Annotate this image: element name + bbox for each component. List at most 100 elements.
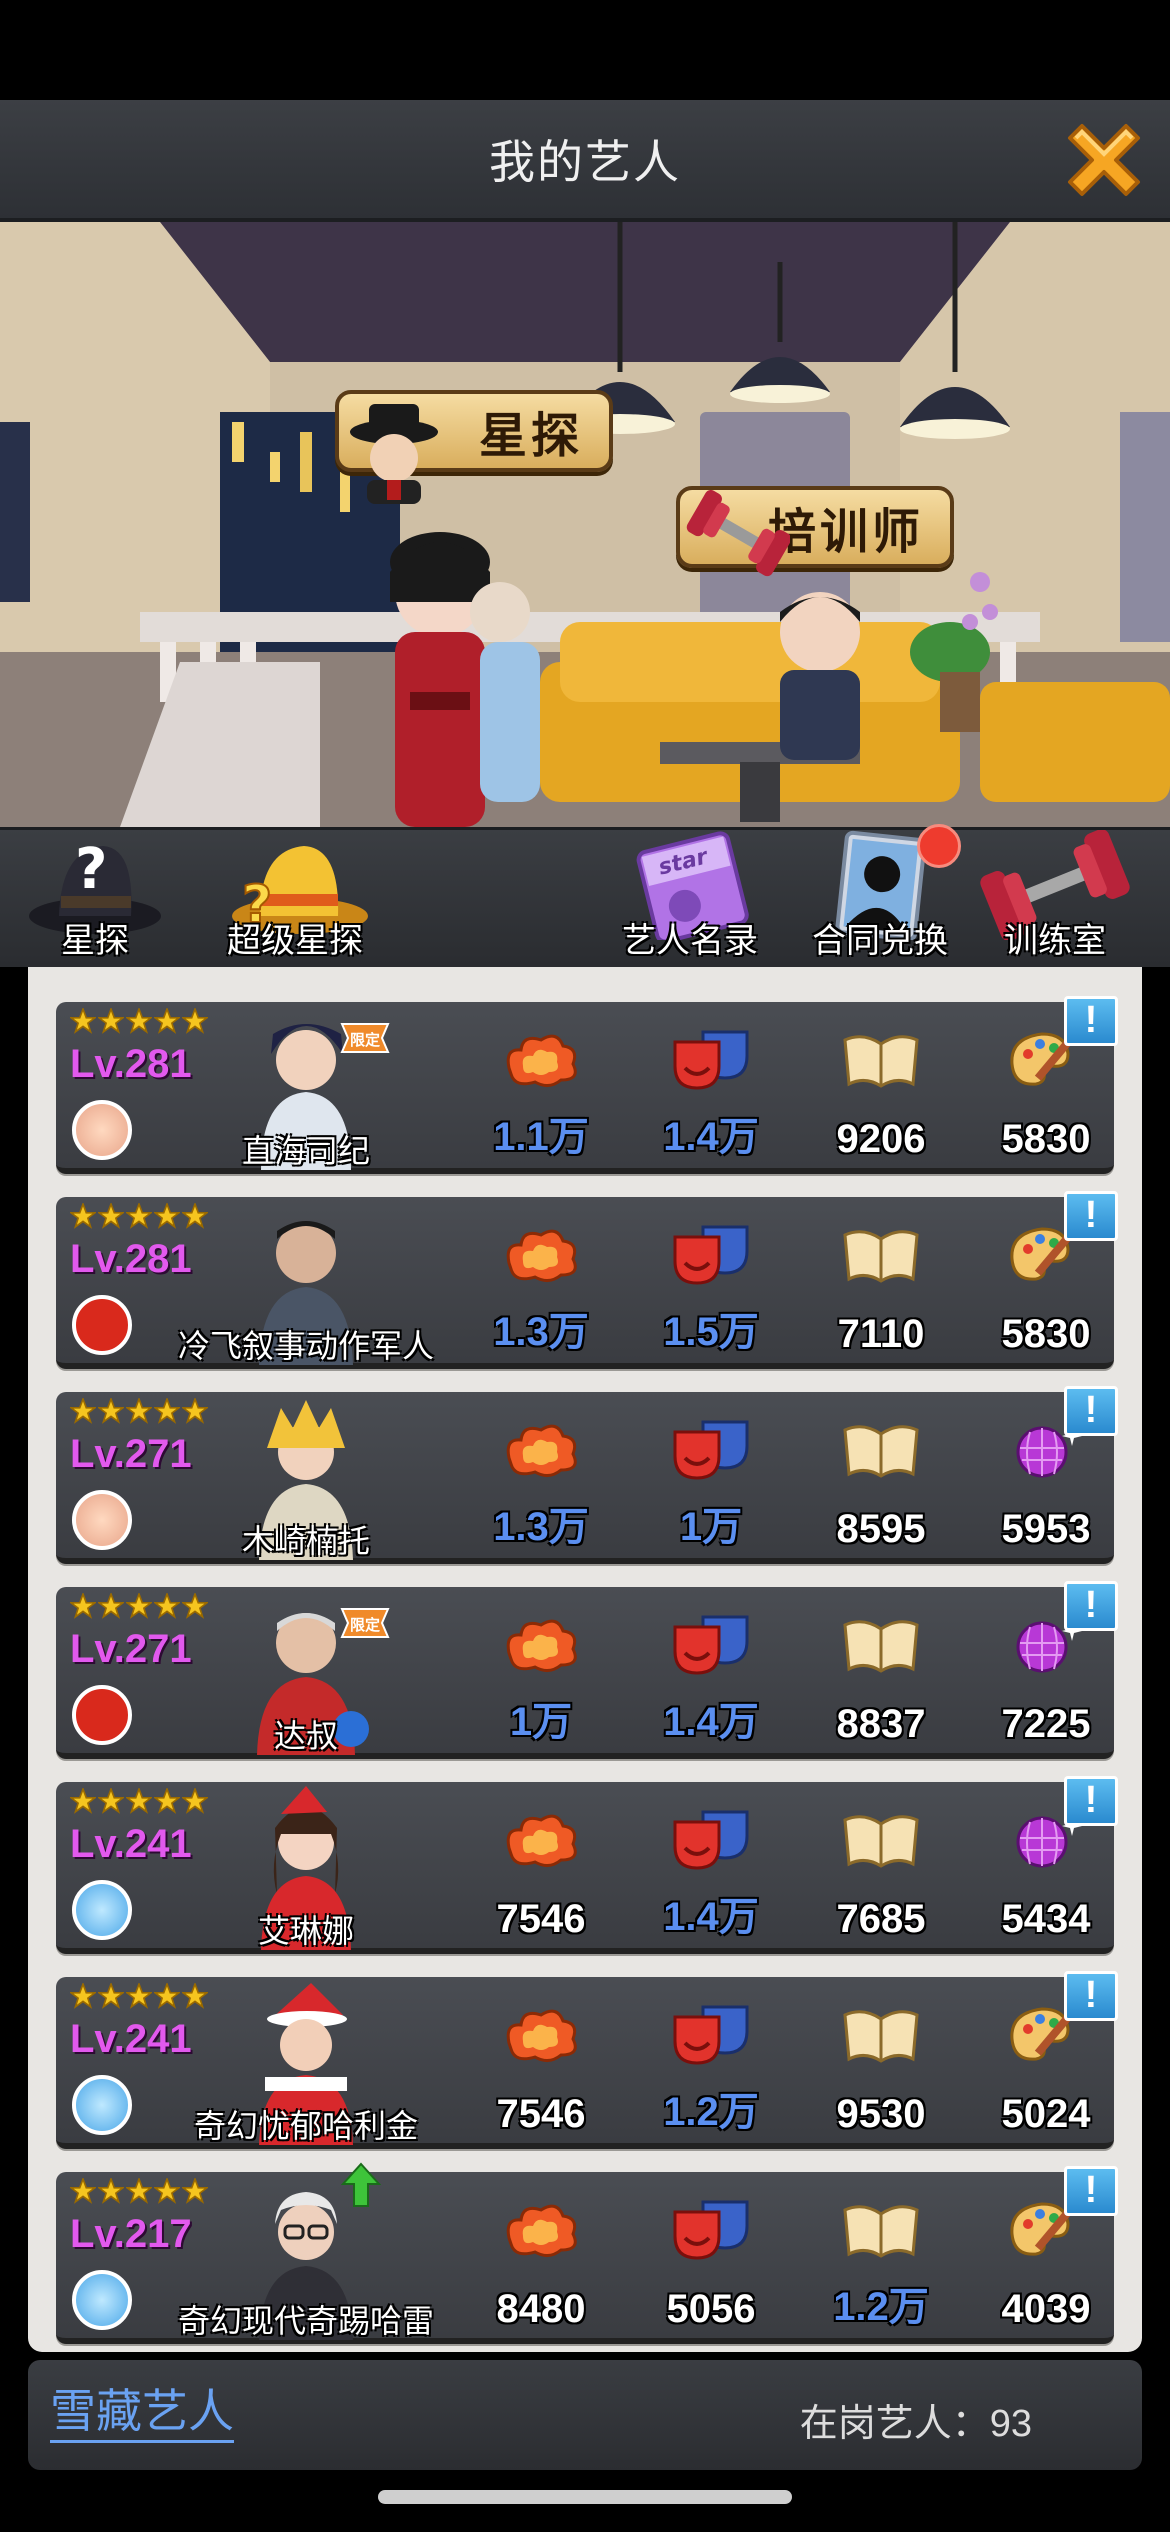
knowledge-stat: 8837 (796, 1587, 966, 1759)
theater-masks-icon (673, 1810, 749, 1870)
art-value: 4039 (1001, 2287, 1091, 2331)
performance-value: 1.2万 (663, 2090, 759, 2134)
acting-value: 1.3万 (493, 1505, 589, 1549)
star-icon (154, 1008, 180, 1034)
performance-value: 5056 (666, 2287, 756, 2331)
performance-stat: 5056 (626, 2172, 796, 2344)
star-rating (70, 1788, 208, 1814)
trainer-tag[interactable]: 培训师 (676, 486, 954, 577)
upgrade-arrow-icon (341, 2162, 381, 2207)
artist-list[interactable]: Lv.281 限定 直海司纪 1.1万 1.4万 9206 5830 ! Lv.… (28, 967, 1142, 2352)
dumbbell-icon (686, 490, 790, 577)
art-value: 7225 (1001, 1702, 1091, 1746)
menu-super-scout[interactable]: ? 超级星探 (215, 830, 375, 970)
star-rating (70, 1008, 208, 1034)
knowledge-stat: 7110 (796, 1197, 966, 1369)
theater-masks-icon (673, 1420, 749, 1480)
star-icon (182, 2178, 208, 2204)
hidden-artists-link[interactable]: 雪藏艺人 (50, 2382, 234, 2443)
performance-stat: 1.4万 (626, 1587, 796, 1759)
artist-level: Lv.281 (70, 1042, 192, 1086)
artist-card[interactable]: Lv.241 艾琳娜 7546 1.4万 7685 5434 ! (56, 1776, 1118, 1954)
knowledge-value: 1.2万 (833, 2285, 929, 2329)
limited-badge-icon: 限定 (340, 1608, 390, 1638)
performance-stat: 1.5万 (626, 1197, 796, 1369)
acting-stat: 7546 (456, 1782, 626, 1954)
scout-tag[interactable]: 星探 (335, 390, 613, 504)
info-button[interactable]: ! (1064, 1581, 1118, 1631)
close-icon (1068, 124, 1140, 196)
info-button[interactable]: ! (1064, 1191, 1118, 1241)
info-button[interactable]: ! (1064, 996, 1118, 1046)
star-icon (126, 1398, 152, 1424)
artist-card[interactable]: Lv.241 奇幻忧郁哈利金 7546 1.2万 9530 5024 ! (56, 1971, 1118, 2149)
acting-value: 8480 (496, 2287, 586, 2331)
explosion-icon (506, 1034, 577, 1087)
star-icon (126, 2178, 152, 2204)
artist-name: 达叔 (273, 1718, 339, 1754)
artist-name: 冷飞叙事动作军人 (177, 1328, 435, 1364)
close-button[interactable] (1056, 112, 1152, 208)
explosion-icon (506, 2204, 577, 2257)
artist-card[interactable]: Lv.217 奇幻现代奇踢哈雷 8480 5056 1.2万 4039 ! (56, 2162, 1118, 2344)
star-icon (70, 1398, 96, 1424)
star-icon (182, 1788, 208, 1814)
artist-card[interactable]: Lv.271 限定 达叔 1万 1.4万 8837 7225 ! (56, 1581, 1118, 1759)
menu-super-scout-label: 超级星探 (227, 922, 363, 960)
performance-stat: 1.2万 (626, 1977, 796, 2149)
knowledge-value: 8837 (836, 1702, 926, 1746)
flower-badge-icon (72, 1100, 132, 1160)
star-icon (70, 1983, 96, 2009)
active-artist-count: 在岗艺人：93 (799, 2403, 1032, 2445)
home-indicator[interactable] (378, 2490, 792, 2504)
acting-value: 7546 (496, 1897, 586, 1941)
knowledge-stat: 1.2万 (796, 2172, 966, 2344)
performance-stat: 1万 (626, 1392, 796, 1564)
art-value: 5830 (1001, 1312, 1091, 1356)
star-icon (70, 1788, 96, 1814)
open-book-icon (843, 1620, 919, 1673)
status-bar (0, 0, 1170, 100)
star-icon (154, 2178, 180, 2204)
star-icon (70, 1203, 96, 1229)
performance-value: 1万 (679, 1505, 743, 1549)
info-button[interactable]: ! (1064, 1386, 1118, 1436)
artist-level: Lv.271 (70, 1627, 192, 1671)
art-value: 5434 (1001, 1897, 1091, 1941)
china-flag-badge-icon (72, 1295, 132, 1355)
star-icon (154, 1983, 180, 2009)
acting-value: 7546 (496, 2092, 586, 2136)
info-button[interactable]: ! (1064, 1971, 1118, 2021)
star-rating (70, 1983, 208, 2009)
knowledge-stat: 8595 (796, 1392, 966, 1564)
artist-card[interactable]: Lv.281 限定 直海司纪 1.1万 1.4万 9206 5830 ! (56, 996, 1118, 1174)
acting-stat: 8480 (456, 2172, 626, 2344)
office-scene: 星探 培训师 (0, 222, 1170, 827)
info-button[interactable]: ! (1064, 2166, 1118, 2216)
menu-artist-directory[interactable]: star 艺人名录 (610, 830, 770, 970)
star-rating (70, 1203, 208, 1229)
artist-name: 奇幻忧郁哈利金 (193, 2108, 419, 2144)
performance-stat: 1.4万 (626, 1782, 796, 1954)
menu-scout[interactable]: ? 星探 (20, 830, 170, 970)
star-icon (182, 1203, 208, 1229)
artist-level: Lv.271 (70, 1432, 192, 1476)
open-book-icon (843, 1230, 919, 1283)
info-button[interactable]: ! (1064, 1776, 1118, 1826)
open-book-icon (843, 2010, 919, 2063)
star-icon (70, 1593, 96, 1619)
star-icon (98, 1593, 124, 1619)
acting-value: 1.1万 (493, 1115, 589, 1159)
explosion-icon (506, 2009, 577, 2062)
star-icon (154, 1398, 180, 1424)
menu-bar: ? 星探 ? 超级星探 star 艺人名录 合同兑换 训练室 (0, 824, 1170, 970)
menu-training-room-label: 训练室 (1004, 922, 1106, 960)
art-value: 5024 (1001, 2092, 1091, 2136)
star-icon (98, 1983, 124, 2009)
blue-badge-icon (72, 2075, 132, 2135)
star-icon (182, 1983, 208, 2009)
menu-training-room[interactable]: 训练室 (980, 830, 1130, 970)
artist-card[interactable]: Lv.281 冷飞叙事动作军人 1.3万 1.5万 7110 5830 ! (56, 1191, 1118, 1369)
artist-card[interactable]: Lv.271 木崎楠托 1.3万 1万 8595 5953 ! (56, 1386, 1118, 1564)
menu-contract-exchange[interactable]: 合同兑换 (805, 824, 961, 970)
